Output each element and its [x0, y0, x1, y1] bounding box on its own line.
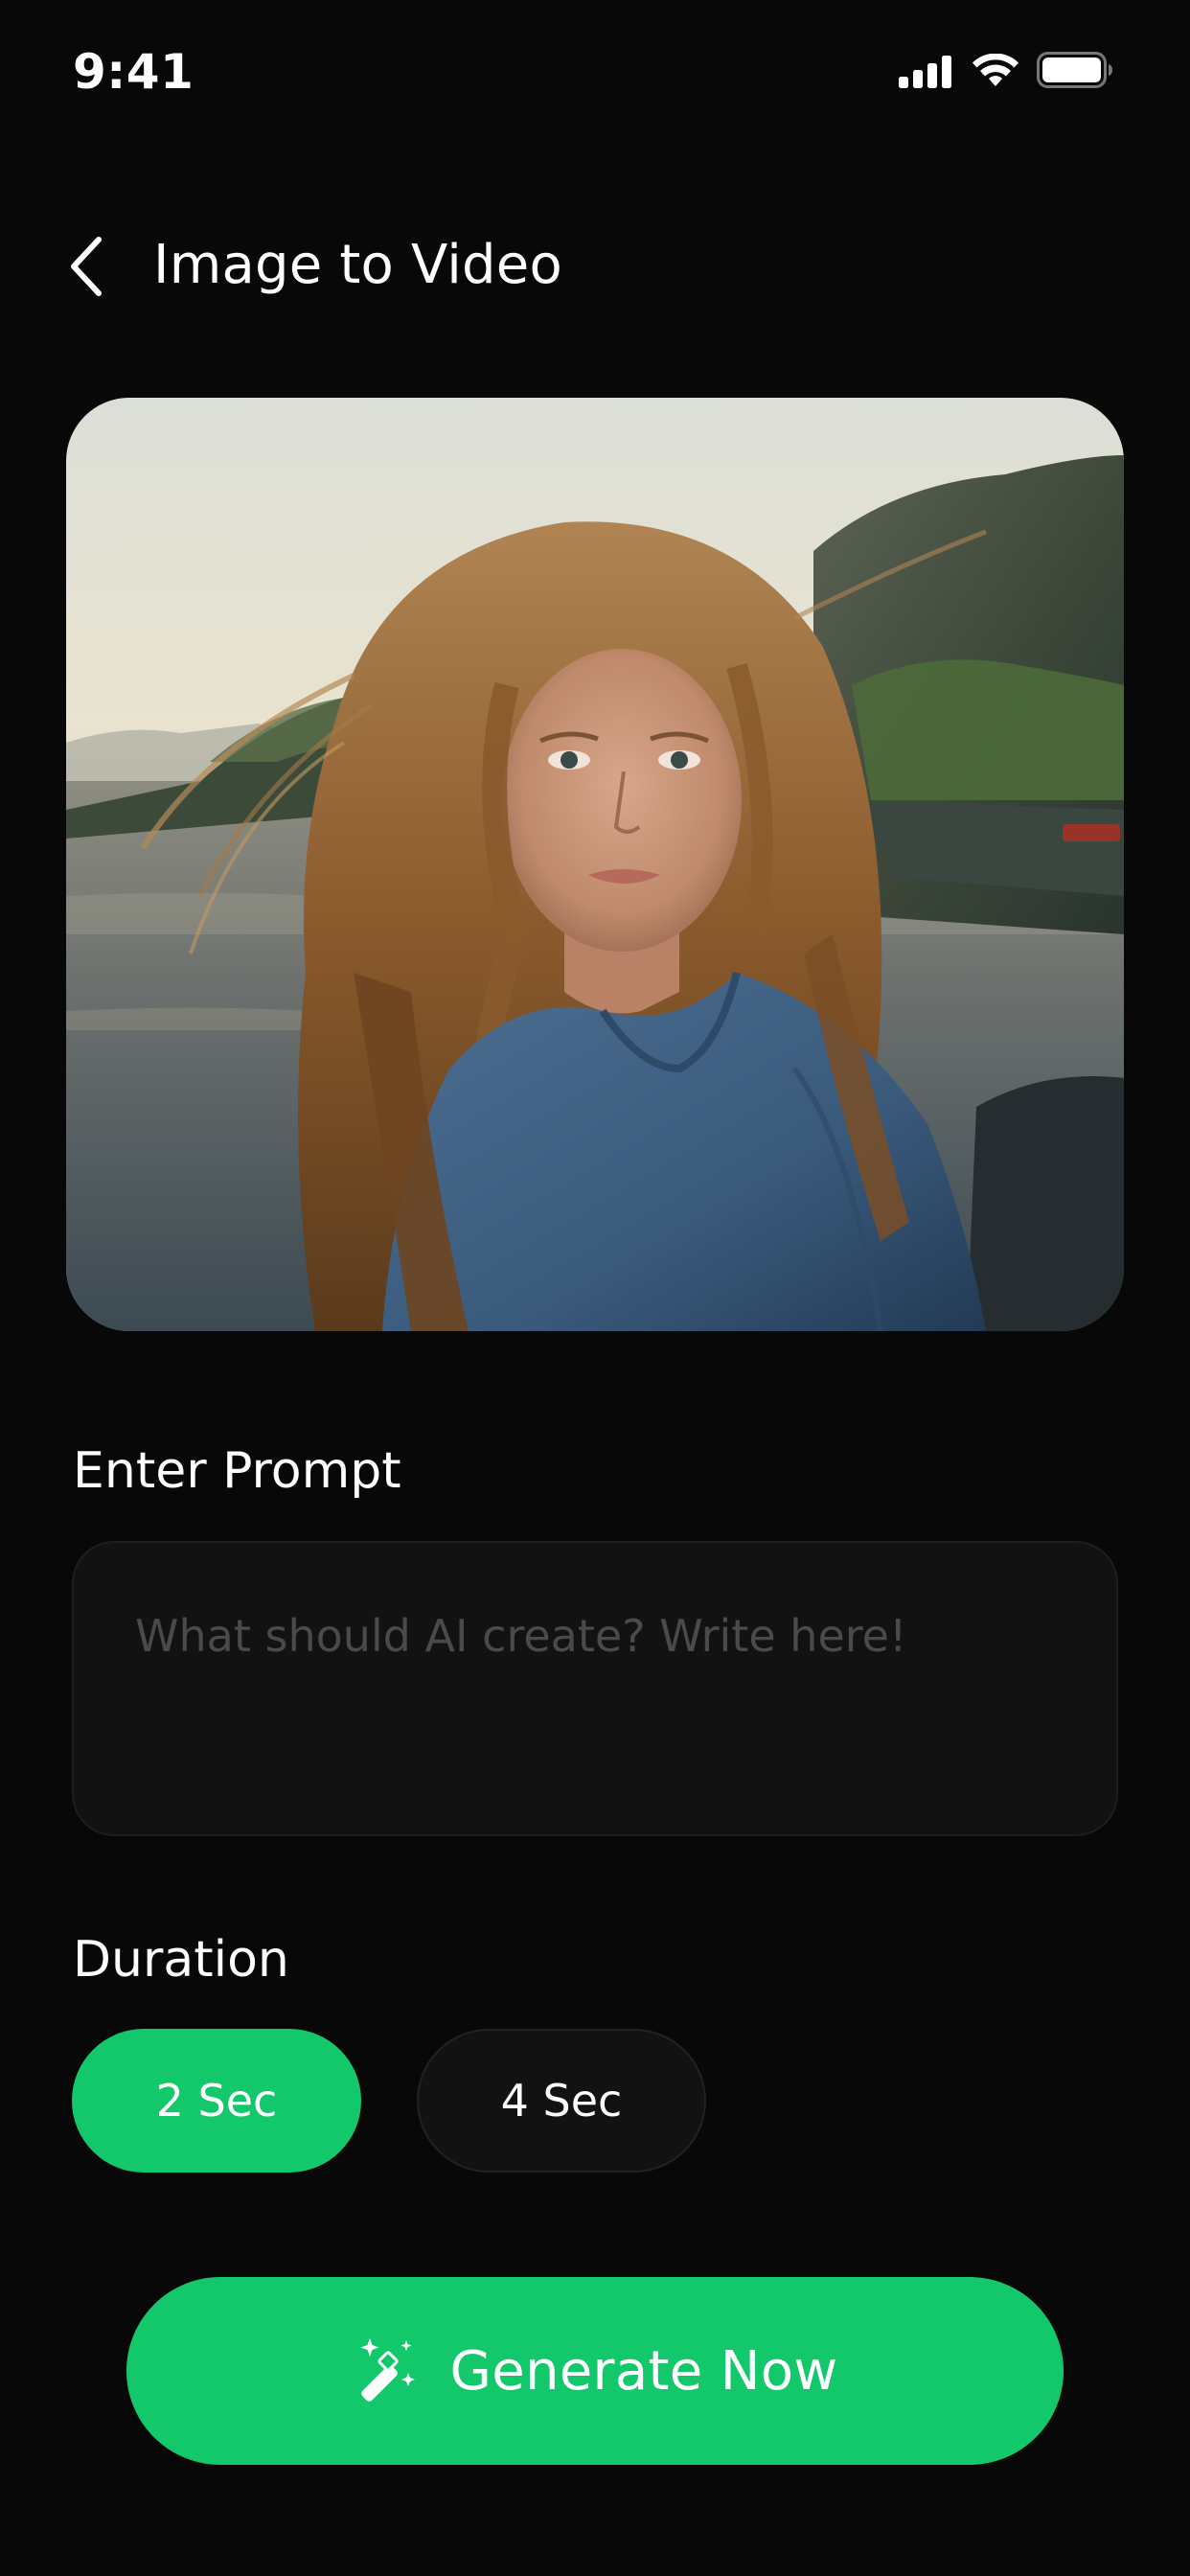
- chevron-left-icon: [66, 236, 104, 301]
- duration-options: 2 Sec 4 Sec: [72, 2029, 706, 2173]
- magic-wand-icon: [353, 2334, 422, 2407]
- duration-option-4-sec[interactable]: 4 Sec: [417, 2029, 706, 2173]
- status-bar: 9:41: [0, 0, 1190, 144]
- image-preview[interactable]: [66, 398, 1124, 1331]
- back-button[interactable]: [56, 232, 115, 305]
- status-time: 9:41: [73, 44, 195, 100]
- generate-now-button[interactable]: Generate Now: [126, 2277, 1064, 2465]
- signal-icon: [899, 56, 954, 92]
- page-title: Image to Video: [153, 234, 562, 296]
- status-icons: [899, 52, 1113, 92]
- portrait-photo: [66, 398, 1124, 1331]
- generate-now-label: Generate Now: [449, 2339, 838, 2403]
- wifi-icon: [972, 53, 1019, 92]
- prompt-label: Enter Prompt: [73, 1442, 401, 1500]
- duration-label: Duration: [73, 1931, 289, 1989]
- header: Image to Video: [0, 220, 1190, 309]
- battery-icon: [1037, 52, 1113, 92]
- duration-option-2-sec[interactable]: 2 Sec: [72, 2029, 361, 2173]
- prompt-field[interactable]: [72, 1541, 1118, 1836]
- prompt-input[interactable]: [74, 1543, 1116, 1834]
